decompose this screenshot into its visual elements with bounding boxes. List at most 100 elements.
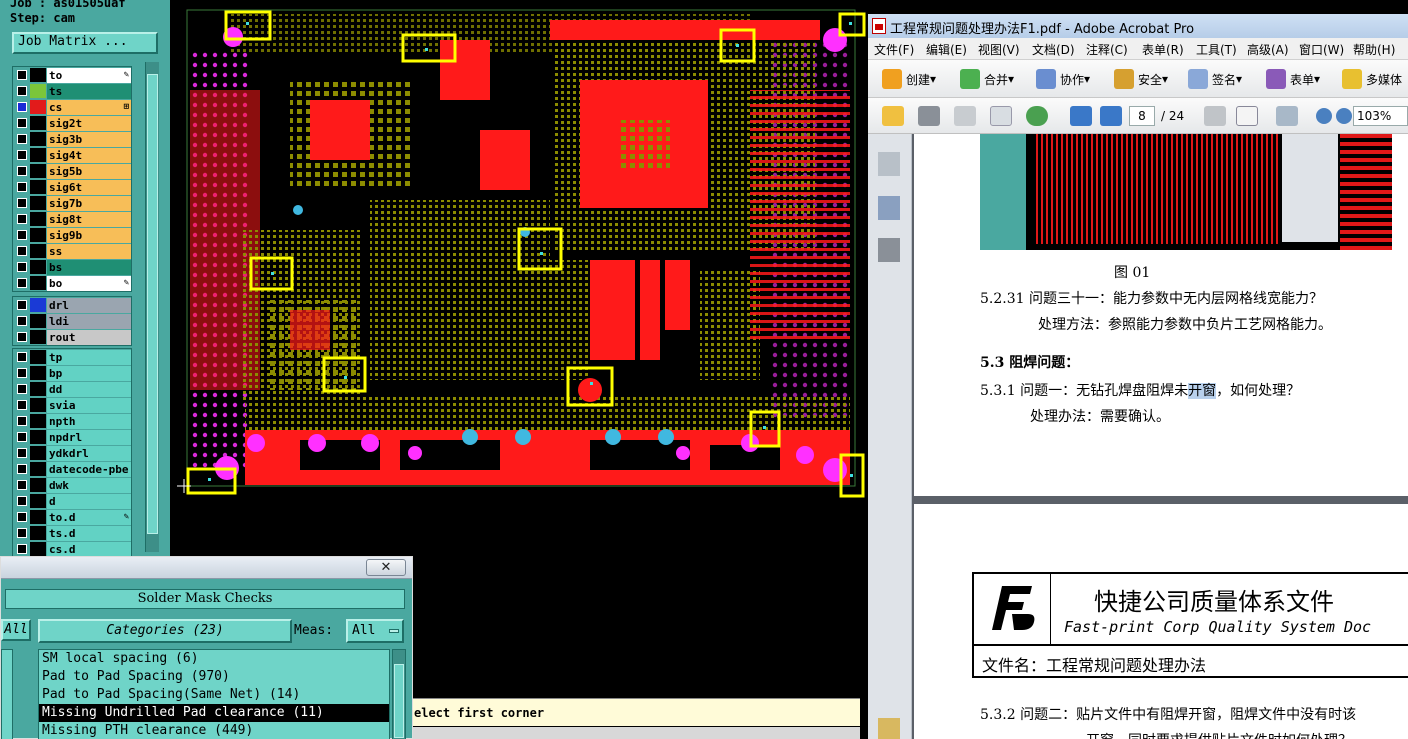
layer-color-swatch[interactable] bbox=[30, 228, 46, 242]
layer-checkbox[interactable] bbox=[17, 400, 27, 410]
selected-text[interactable]: 开窗 bbox=[1188, 383, 1217, 399]
layer-name[interactable]: dwk bbox=[47, 477, 131, 493]
layer-color-swatch[interactable] bbox=[30, 494, 46, 508]
layer-name[interactable]: datecode-pbe bbox=[47, 461, 131, 477]
menu-item[interactable]: 视图(V) bbox=[978, 41, 1020, 58]
layer-row-datecode-pbe[interactable]: datecode-pbe bbox=[13, 461, 131, 477]
layer-color-swatch[interactable] bbox=[30, 180, 46, 194]
page-number-input[interactable]: 8 bbox=[1129, 106, 1155, 126]
layer-color-swatch[interactable] bbox=[30, 330, 46, 344]
layer-row-dd[interactable]: dd bbox=[13, 381, 131, 397]
layer-checkbox[interactable] bbox=[17, 496, 27, 506]
layer-row-ts[interactable]: ts bbox=[13, 83, 131, 99]
layer-checkbox[interactable] bbox=[17, 544, 27, 554]
layer-row-ldi[interactable]: ldi bbox=[13, 313, 131, 329]
layer-checkbox[interactable] bbox=[17, 86, 27, 96]
collaborate-button[interactable]: 协作 ▾ bbox=[1036, 68, 1090, 90]
menu-item[interactable]: 编辑(E) bbox=[926, 41, 967, 58]
layer-name[interactable]: bp bbox=[47, 365, 131, 381]
layer-checkbox[interactable] bbox=[17, 368, 27, 378]
layer-color-swatch[interactable] bbox=[30, 298, 46, 312]
layer-name[interactable]: bo ✎ bbox=[47, 275, 131, 291]
sign-button[interactable]: 签名 ▾ bbox=[1188, 68, 1242, 90]
up-arrow-icon[interactable] bbox=[1070, 106, 1092, 126]
layer-color-swatch[interactable] bbox=[30, 510, 46, 524]
secure-button[interactable]: 安全 ▾ bbox=[1114, 68, 1168, 90]
layer-checkbox[interactable] bbox=[17, 332, 27, 342]
layer-checkbox[interactable] bbox=[17, 102, 27, 112]
menu-item[interactable]: 帮助(H) bbox=[1353, 41, 1395, 58]
layer-row-cs-d[interactable]: cs.d bbox=[13, 541, 131, 557]
layer-color-swatch[interactable] bbox=[30, 260, 46, 274]
layer-name[interactable]: sig9b bbox=[47, 227, 131, 243]
layer-row-sig9b[interactable]: sig9b bbox=[13, 227, 131, 243]
layer-row-ydkdrl[interactable]: ydkdrl bbox=[13, 445, 131, 461]
multimedia-button[interactable]: 多媒体 bbox=[1342, 68, 1402, 90]
layer-checkbox[interactable] bbox=[17, 512, 27, 522]
layer-row-tp[interactable]: tp bbox=[13, 349, 131, 365]
layer-name[interactable]: ts.d bbox=[47, 525, 131, 541]
acrobat-titlebar[interactable]: 工程常规问题处理办法F1.pdf - Adobe Acrobat Pro bbox=[868, 14, 1408, 38]
layer-checkbox[interactable] bbox=[17, 150, 27, 160]
layer-color-swatch[interactable] bbox=[30, 462, 46, 476]
layer-name[interactable]: tp bbox=[47, 349, 131, 365]
layer-color-swatch[interactable] bbox=[30, 398, 46, 412]
layer-checkbox[interactable] bbox=[17, 448, 27, 458]
layer-name[interactable]: sig4t bbox=[47, 147, 131, 163]
layer-color-swatch[interactable] bbox=[30, 132, 46, 146]
document-pane[interactable]: 图 01 5.2.31 问题三十一：能力参数中无内层网格线宽能力？ 处理方法：参… bbox=[912, 134, 1408, 739]
layer-row-bs[interactable]: bs bbox=[13, 259, 131, 275]
print-icon[interactable] bbox=[918, 106, 940, 126]
layer-name[interactable]: ts bbox=[47, 83, 131, 99]
email-icon[interactable] bbox=[990, 106, 1012, 126]
close-button[interactable]: ✕ bbox=[366, 559, 406, 576]
layer-checkbox[interactable] bbox=[17, 214, 27, 224]
layer-row-rout[interactable]: rout bbox=[13, 329, 131, 345]
layer-row-ss[interactable]: ss bbox=[13, 243, 131, 259]
layer-checkbox[interactable] bbox=[17, 262, 27, 272]
layer-color-swatch[interactable] bbox=[30, 414, 46, 428]
layer-name[interactable]: sig3b bbox=[47, 131, 131, 147]
layer-color-swatch[interactable] bbox=[30, 350, 46, 364]
menu-item[interactable]: 注释(C) bbox=[1086, 41, 1128, 58]
layer-checkbox[interactable] bbox=[17, 316, 27, 326]
layer-row-to-d[interactable]: to.d ✎ bbox=[13, 509, 131, 525]
layer-row-d[interactable]: d bbox=[13, 493, 131, 509]
layer-checkbox[interactable] bbox=[17, 528, 27, 538]
layer-color-swatch[interactable] bbox=[30, 314, 46, 328]
category-list-item[interactable]: SM local spacing (6) bbox=[39, 650, 389, 668]
layer-row-dwk[interactable]: dwk bbox=[13, 477, 131, 493]
layer-color-swatch[interactable] bbox=[30, 478, 46, 492]
menu-item[interactable]: 窗口(W) bbox=[1299, 41, 1344, 58]
layer-name[interactable]: dd bbox=[47, 381, 131, 397]
layer-checkbox[interactable] bbox=[17, 134, 27, 144]
layer-checkbox[interactable] bbox=[17, 278, 27, 288]
layer-color-swatch[interactable] bbox=[30, 116, 46, 130]
layer-name[interactable]: npdrl bbox=[47, 429, 131, 445]
category-list-item[interactable]: Pad to Pad Spacing (970) bbox=[39, 668, 389, 686]
layer-color-swatch[interactable] bbox=[30, 526, 46, 540]
layer-checkbox[interactable] bbox=[17, 300, 27, 310]
layer-name[interactable]: ss bbox=[47, 243, 131, 259]
layer-color-swatch[interactable] bbox=[30, 276, 46, 290]
layer-row-npdrl[interactable]: npdrl bbox=[13, 429, 131, 445]
layer-name[interactable]: cs ⊞ bbox=[47, 99, 131, 115]
zoom-out-icon[interactable] bbox=[1316, 108, 1332, 124]
zoom-icon[interactable] bbox=[1276, 106, 1298, 126]
layer-name[interactable]: cs.d bbox=[47, 541, 131, 557]
layer-row-sig7b[interactable]: sig7b bbox=[13, 195, 131, 211]
layer-name[interactable]: sig8t bbox=[47, 211, 131, 227]
layer-row-bo[interactable]: bo ✎ bbox=[13, 275, 131, 291]
zoom-in-icon[interactable] bbox=[1336, 108, 1352, 124]
layer-row-bp[interactable]: bp bbox=[13, 365, 131, 381]
layer-color-swatch[interactable] bbox=[30, 244, 46, 258]
menu-item[interactable]: 表单(R) bbox=[1142, 41, 1184, 58]
scroll-thumb[interactable] bbox=[394, 664, 404, 738]
left-list-strip[interactable] bbox=[1, 649, 13, 739]
layer-row-drl[interactable]: drl bbox=[13, 297, 131, 313]
layer-name[interactable]: d bbox=[47, 493, 131, 509]
layer-name[interactable]: sig2t bbox=[47, 115, 131, 131]
scroll-thumb[interactable] bbox=[147, 74, 158, 534]
meas-select[interactable]: All bbox=[346, 619, 404, 643]
layer-row-sig5b[interactable]: sig5b bbox=[13, 163, 131, 179]
